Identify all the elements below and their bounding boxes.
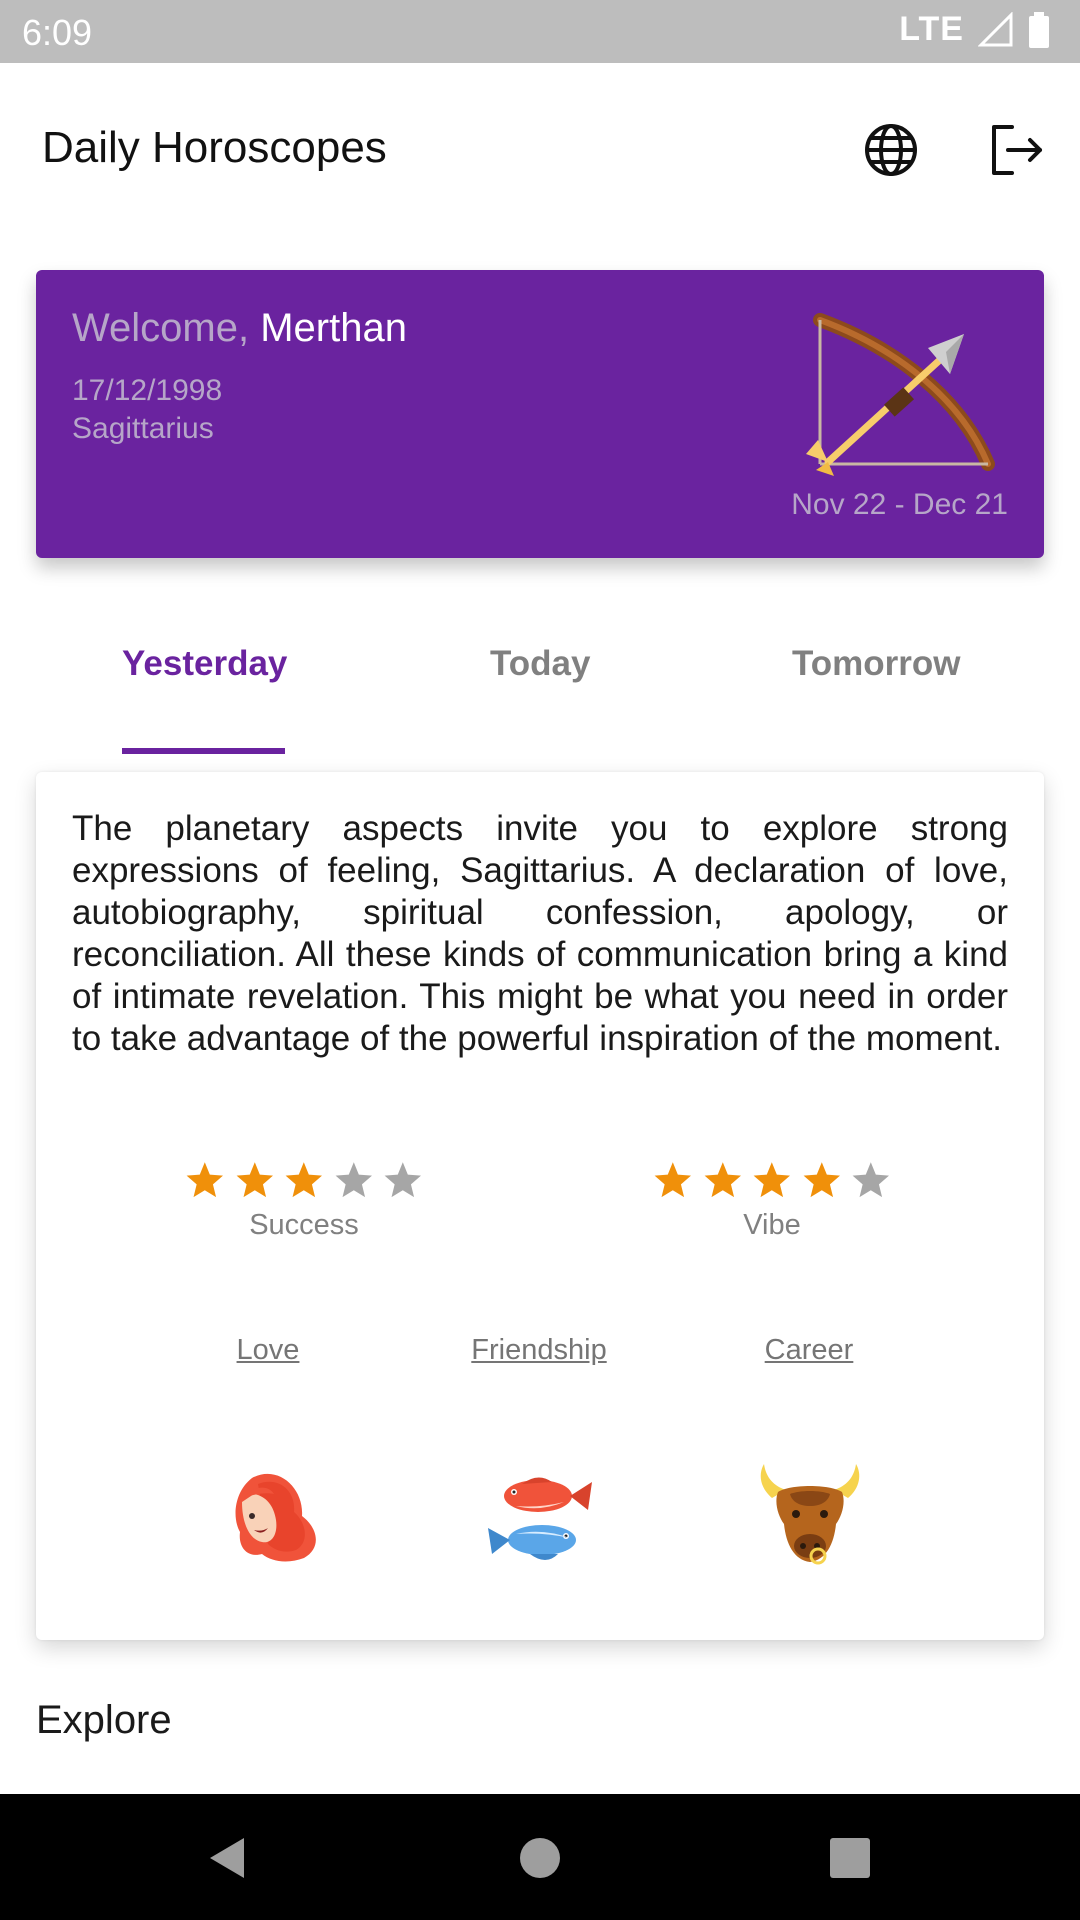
globe-icon: [865, 124, 917, 176]
taurus-bull-icon[interactable]: [750, 1458, 870, 1578]
horoscope-card: The planetary aspects invite you to expl…: [36, 772, 1044, 1640]
sagittarius-bow-arrow-icon: [806, 313, 995, 476]
recents-button[interactable]: [830, 1838, 870, 1878]
app-bar: Daily Horoscopes: [0, 63, 1080, 233]
network-type: LTE: [899, 10, 964, 48]
day-tabs: Yesterday Today Tomorrow: [0, 600, 1080, 760]
star-filled-icon: [236, 1162, 273, 1198]
star-empty-icon: [384, 1162, 422, 1198]
success-rating: Success: [184, 1158, 424, 1242]
pisces-fish-icon[interactable]: [480, 1458, 600, 1578]
success-stars: [184, 1158, 424, 1203]
zodiac-sign: Sagittarius: [72, 412, 214, 445]
app-title: Daily Horoscopes: [42, 123, 387, 172]
friendship-link[interactable]: Friendship: [449, 1334, 629, 1367]
vibe-rating: Vibe: [652, 1158, 892, 1242]
home-button[interactable]: [520, 1838, 560, 1878]
star-filled-icon: [654, 1162, 692, 1198]
rating-label: Vibe: [743, 1209, 801, 1241]
star-empty-icon: [852, 1162, 890, 1198]
tab-indicator: [122, 748, 285, 754]
status-bar: 6:09 LTE: [0, 0, 1080, 63]
virgo-woman-icon[interactable]: [208, 1458, 328, 1578]
star-filled-icon: [186, 1162, 224, 1198]
explore-heading: Explore: [36, 1698, 172, 1742]
star-filled-icon: [285, 1162, 323, 1198]
star-filled-icon: [753, 1162, 791, 1198]
love-link[interactable]: Love: [178, 1334, 358, 1367]
welcome-prefix: Welcome,: [72, 306, 250, 350]
horoscope-text: The planetary aspects invite you to expl…: [72, 809, 1008, 1058]
star-empty-icon: [335, 1162, 372, 1198]
language-button[interactable]: [860, 119, 922, 181]
star-filled-icon: [704, 1162, 741, 1198]
status-icons: LTE: [899, 10, 1050, 49]
career-link[interactable]: Career: [719, 1334, 899, 1367]
signal-icon: [978, 11, 1013, 46]
status-time: 6:09: [22, 12, 93, 53]
star-filled-icon: [803, 1162, 840, 1198]
logout-icon: [992, 125, 1042, 175]
back-icon[interactable]: [204, 1834, 252, 1882]
tab-yesterday[interactable]: Yesterday: [122, 644, 287, 684]
logout-button[interactable]: [986, 119, 1048, 181]
tab-today[interactable]: Today: [490, 644, 590, 684]
tab-tomorrow[interactable]: Tomorrow: [792, 644, 961, 684]
birth-date: 17/12/1998: [72, 374, 223, 407]
welcome-greeting: Welcome, Merthan: [72, 306, 407, 351]
sign-date-range: Nov 22 - Dec 21: [791, 488, 1008, 521]
vibe-stars: [652, 1158, 892, 1203]
welcome-card: Welcome, Merthan 17/12/1998 Sagittarius …: [36, 270, 1044, 558]
rating-label: Success: [249, 1209, 359, 1241]
user-name: Merthan: [260, 306, 407, 350]
battery-icon: [1029, 11, 1049, 48]
